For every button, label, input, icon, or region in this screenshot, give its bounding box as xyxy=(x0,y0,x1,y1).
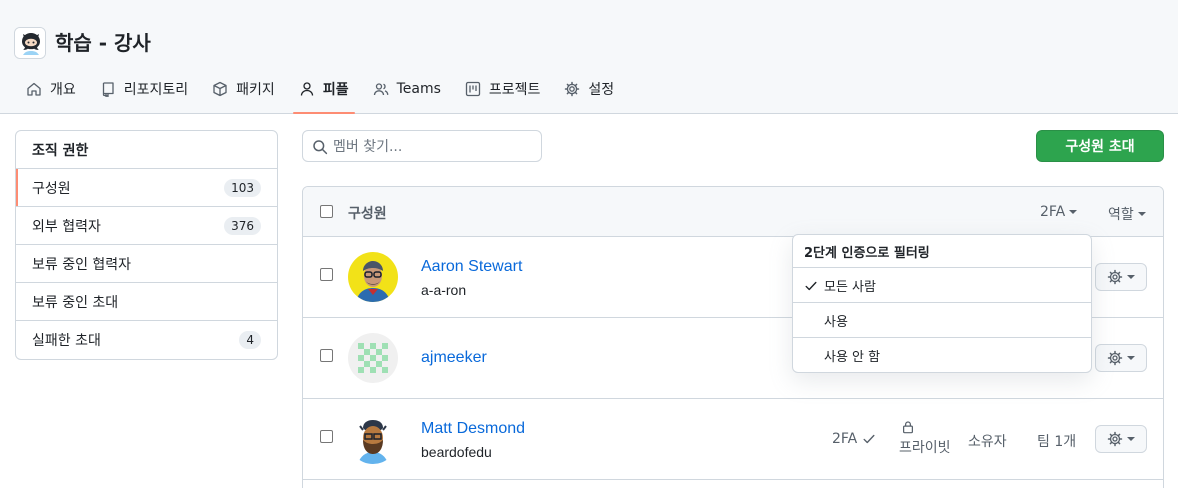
tab-settings[interactable]: 설정 xyxy=(552,70,626,114)
member-settings-button[interactable] xyxy=(1095,425,1147,453)
row-checkbox[interactable] xyxy=(320,430,333,443)
tab-label: 개요 xyxy=(50,82,76,98)
tab-label: 설정 xyxy=(588,82,615,98)
avatar[interactable] xyxy=(348,252,398,302)
caret-down-icon xyxy=(1127,356,1135,360)
tab-repositories[interactable]: 리포지토리 xyxy=(88,70,200,114)
gear-icon xyxy=(1107,269,1123,285)
twofa-filter-menu: 2단계 인증으로 필터링 모든 사람 사용 사용 안 함 xyxy=(792,234,1092,373)
search-icon xyxy=(313,140,328,155)
org-nav-tabs: 개요 리포지토리 패키지 피플 Teams 프로젝트 설정 xyxy=(14,70,626,114)
org-avatar[interactable] xyxy=(14,27,46,59)
project-icon xyxy=(465,81,481,97)
sidebar-item-label: 보류 중인 초대 xyxy=(32,294,119,311)
membership-visibility[interactable]: 프라이빗 xyxy=(899,420,959,457)
row-checkbox[interactable] xyxy=(320,349,333,362)
member-teams-count[interactable]: 팀 1개 xyxy=(1037,431,1076,451)
tab-label: Teams xyxy=(396,81,441,97)
avatar[interactable] xyxy=(348,414,398,464)
table-header-title: 구성원 xyxy=(348,206,387,222)
sidebar-item-label: 구성원 xyxy=(32,180,71,197)
filter-role-dropdown[interactable]: 역할 xyxy=(1108,204,1146,224)
person-icon xyxy=(300,82,313,96)
octocat-logo-icon xyxy=(15,28,45,58)
menu-item-disabled[interactable]: 사용 안 함 xyxy=(793,338,1091,372)
member-name-link[interactable]: Aaron Stewart xyxy=(421,258,522,276)
menu-item-label: 사용 안 함 xyxy=(824,350,881,365)
sidebar-item-label: 실패한 초대 xyxy=(32,333,101,349)
twofa-status: 2FA xyxy=(832,431,876,447)
count-badge: 103 xyxy=(224,178,261,197)
people-icon xyxy=(373,83,388,96)
member-search-input[interactable]: 멤버 찾기... xyxy=(302,130,542,162)
gear-icon xyxy=(565,81,580,97)
member-name-link[interactable]: ajmeeker xyxy=(421,349,487,367)
tab-teams[interactable]: Teams xyxy=(361,70,453,114)
caret-down-icon xyxy=(1127,275,1135,279)
visibility-label: 프라이빗 xyxy=(899,440,951,456)
tab-packages[interactable]: 패키지 xyxy=(200,70,287,114)
member-login: a-a-ron xyxy=(421,282,467,298)
tab-label: 패키지 xyxy=(236,82,275,98)
menu-item-label: 모든 사람 xyxy=(824,279,876,295)
menu-item-label: 사용 xyxy=(824,314,848,330)
tab-overview[interactable]: 개요 xyxy=(14,70,88,114)
tab-people[interactable]: 피플 xyxy=(287,70,361,114)
identicon-image xyxy=(348,333,398,383)
sidebar-item-members[interactable]: 구성원 103 xyxy=(16,169,277,207)
org-title: 학습 - 강사 xyxy=(55,31,151,55)
permissions-sidebar: 조직 권한 구성원 103 외부 협력자 376 보류 중인 협력자 보류 중인… xyxy=(15,130,278,360)
filter-label: 역할 xyxy=(1108,207,1134,223)
select-all-checkbox[interactable] xyxy=(320,205,333,218)
check-icon xyxy=(863,434,875,444)
member-settings-button[interactable] xyxy=(1095,344,1147,372)
sidebar-item-failed-invitations[interactable]: 실패한 초대 4 xyxy=(16,321,277,359)
sidebar-heading: 조직 권한 xyxy=(16,131,277,169)
package-icon xyxy=(213,81,227,97)
sidebar-item-outside-collaborators[interactable]: 외부 협력자 376 xyxy=(16,207,277,245)
menu-title: 2단계 인증으로 필터링 xyxy=(793,235,1091,268)
avatar-image xyxy=(348,414,398,464)
caret-down-icon xyxy=(1127,437,1135,441)
table-header: 구성원 2FA 역할 xyxy=(303,187,1163,237)
member-role: 소유자 xyxy=(968,434,1007,450)
menu-item-everyone[interactable]: 모든 사람 xyxy=(793,268,1091,303)
gear-icon xyxy=(1107,431,1123,447)
member-settings-button[interactable] xyxy=(1095,263,1147,291)
table-row: Matt Desmond beardofedu 2FA 프라이빗 소유자 팀 1… xyxy=(303,399,1163,480)
count-badge: 4 xyxy=(239,331,261,349)
tab-label: 피플 xyxy=(322,82,349,98)
tab-label: 리포지토리 xyxy=(123,82,189,98)
sidebar-item-pending-collaborators[interactable]: 보류 중인 협력자 xyxy=(16,245,277,283)
home-icon xyxy=(27,82,41,96)
member-name-link[interactable]: Matt Desmond xyxy=(421,420,525,438)
gear-icon xyxy=(1107,350,1123,366)
search-placeholder: 멤버 찾기... xyxy=(333,139,403,155)
sidebar-item-label: 외부 협력자 xyxy=(32,218,101,235)
tab-projects[interactable]: 프로젝트 xyxy=(453,70,553,114)
sidebar-item-label: 보류 중인 협력자 xyxy=(32,256,132,273)
filter-label: 2FA xyxy=(1040,204,1066,220)
menu-item-enabled[interactable]: 사용 xyxy=(793,303,1091,338)
tab-label: 프로젝트 xyxy=(488,82,541,98)
caret-down-icon xyxy=(1137,212,1146,216)
check-icon xyxy=(805,281,817,291)
filter-2fa-dropdown[interactable]: 2FA xyxy=(1040,204,1078,220)
count-badge: 376 xyxy=(224,216,261,235)
caret-down-icon xyxy=(1069,210,1078,214)
member-login: beardofedu xyxy=(421,444,492,460)
avatar[interactable] xyxy=(348,333,398,383)
invite-member-button[interactable]: 구성원 초대 xyxy=(1036,130,1164,162)
repo-icon xyxy=(102,82,114,97)
twofa-label: 2FA xyxy=(832,431,858,447)
avatar-image xyxy=(348,252,398,302)
sidebar-item-pending-invitations[interactable]: 보류 중인 초대 xyxy=(16,283,277,321)
lock-icon xyxy=(903,421,913,434)
org-header: 학습 - 강사 개요 리포지토리 패키지 피플 Teams 프로젝트 설정 xyxy=(0,0,1178,114)
row-checkbox[interactable] xyxy=(320,268,333,281)
